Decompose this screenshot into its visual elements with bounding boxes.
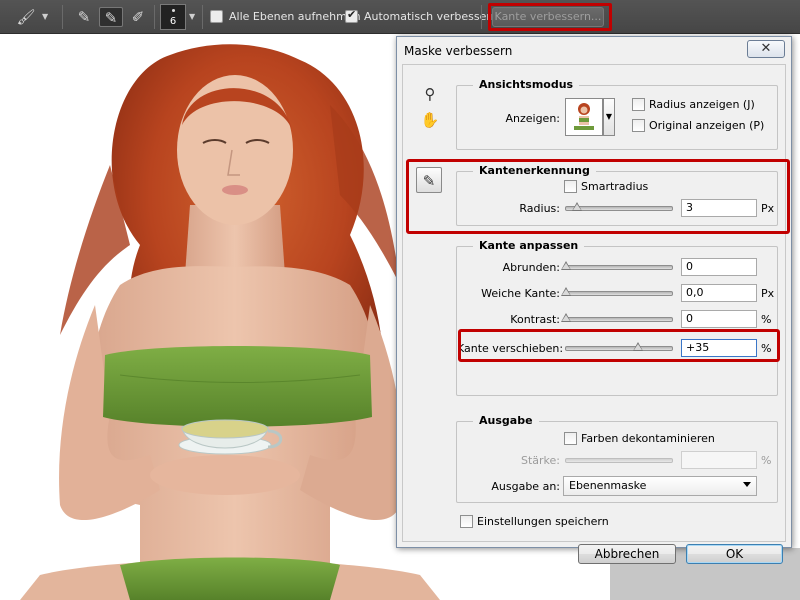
sample-all-layers-checkbox[interactable]: [210, 10, 223, 23]
smooth-slider-thumb[interactable]: [561, 261, 571, 270]
dialog-body: ⚲ ✋ ✎ Ansichtsmodus Anzeigen: ▼ Radius a…: [402, 64, 786, 564]
hand-icon[interactable]: ✋: [417, 107, 443, 133]
refine-mask-dialog[interactable]: Maske verbessern ✕ ⚲ ✋ ✎ Ansichtsmodus A…: [396, 36, 792, 564]
view-mode-group: Ansichtsmodus Anzeigen: ▼ Radius anzeige…: [456, 78, 778, 150]
close-icon[interactable]: ✕: [747, 40, 785, 58]
auto-enhance-label: Automatisch verbessern: [364, 10, 498, 23]
output-to-label: Ausgabe an:: [491, 480, 560, 493]
toolbar-divider: [202, 5, 203, 29]
contrast-field[interactable]: 0: [681, 310, 757, 328]
show-radius-checkbox[interactable]: [632, 98, 645, 111]
smooth-slider[interactable]: [561, 261, 673, 270]
amount-field: [681, 451, 757, 469]
sample-all-layers-label: Alle Ebenen aufnehmen: [229, 10, 361, 23]
amount-slider: [565, 458, 673, 463]
contrast-label: Kontrast:: [510, 313, 560, 326]
chevron-down-icon[interactable]: ▼: [189, 12, 195, 21]
chevron-down-icon: [743, 482, 751, 487]
smooth-field[interactable]: 0: [681, 258, 757, 276]
feather-slider[interactable]: [561, 287, 673, 296]
highlight-box: [488, 3, 612, 31]
show-radius-label: Radius anzeigen (J): [649, 98, 755, 111]
highlight-box-edge-detection: [406, 159, 790, 234]
chevron-down-icon[interactable]: ▼: [603, 98, 615, 136]
brush-size-picker[interactable]: 6: [160, 4, 186, 30]
decontaminate-label: Farben dekontaminieren: [581, 432, 715, 445]
chevron-down-icon[interactable]: ▼: [42, 12, 48, 21]
options-bar: 🖌︎ ▼ ✎ ✎ ✐ 6 ▼ Alle Ebenen aufnehmen Aut…: [0, 0, 800, 34]
feather-field[interactable]: 0,0: [681, 284, 757, 302]
output-group: Ausgabe Farben dekontaminieren Stärke: %…: [456, 414, 778, 503]
feather-unit: Px: [761, 287, 775, 300]
feather-label: Weiche Kante:: [481, 287, 560, 300]
show-label: Anzeigen:: [505, 112, 560, 125]
contrast-slider[interactable]: [561, 313, 673, 322]
highlight-box-shift-edge: [458, 329, 780, 362]
contrast-slider-thumb[interactable]: [561, 313, 571, 322]
view-thumbnail[interactable]: [565, 98, 603, 136]
feather-slider-thumb[interactable]: [561, 287, 571, 296]
adjust-edge-title: Kante anpassen: [473, 239, 585, 252]
remember-settings-label: Einstellungen speichern: [477, 515, 609, 528]
ok-button[interactable]: OK: [686, 544, 783, 564]
toolbar-divider: [481, 5, 482, 29]
auto-enhance-checkbox[interactable]: [345, 8, 358, 23]
zoom-icon[interactable]: ⚲: [417, 81, 443, 107]
adjust-edge-group: Kante anpassen Abrunden: 0 Weiche Kante:…: [456, 239, 778, 396]
show-original-label: Original anzeigen (P): [649, 119, 765, 132]
add-selection-brush-icon[interactable]: ✎: [99, 7, 123, 27]
decontaminate-checkbox[interactable]: [564, 432, 577, 445]
brush-dot-icon: [172, 9, 175, 12]
remember-settings-checkbox[interactable]: [460, 515, 473, 528]
smooth-label: Abrunden:: [502, 261, 560, 274]
new-selection-brush-icon[interactable]: ✎: [72, 7, 96, 27]
amount-label: Stärke:: [520, 454, 560, 467]
toolbar-divider: [154, 5, 155, 29]
output-title: Ausgabe: [473, 414, 539, 427]
brush-preset-icon[interactable]: 🖌︎: [14, 7, 38, 27]
cancel-button[interactable]: Abbrechen: [578, 544, 676, 564]
subtract-selection-brush-icon[interactable]: ✐: [126, 7, 150, 27]
output-to-value: Ebenenmaske: [569, 479, 647, 492]
view-preview-icon: [574, 103, 594, 130]
view-mode-title: Ansichtsmodus: [473, 78, 580, 91]
toolbar-divider: [62, 5, 63, 29]
amount-unit: %: [761, 454, 772, 467]
dialog-title: Maske verbessern: [404, 44, 513, 58]
output-to-select[interactable]: Ebenenmaske: [563, 476, 757, 496]
contrast-unit: %: [761, 313, 772, 326]
brush-size-value: 6: [169, 16, 177, 27]
show-original-checkbox[interactable]: [632, 119, 645, 132]
